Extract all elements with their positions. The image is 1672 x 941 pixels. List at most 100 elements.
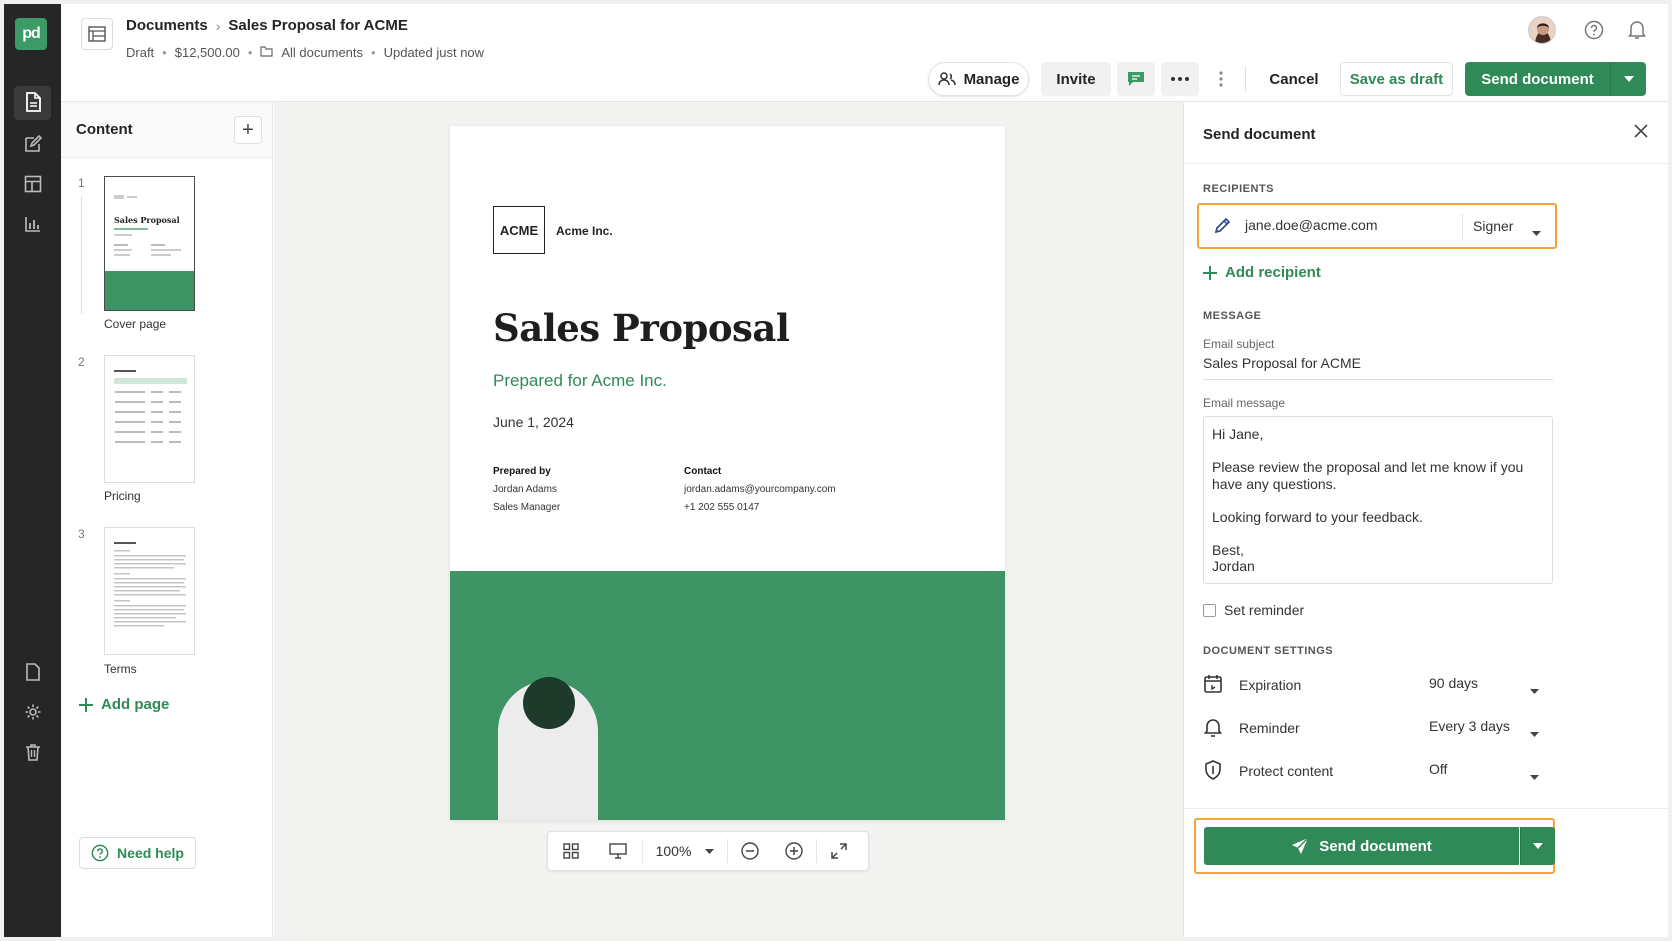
proposal-title[interactable]: Sales Proposal	[493, 306, 790, 350]
zoom-in-icon[interactable]	[772, 831, 816, 871]
comments-button[interactable]	[1117, 62, 1155, 96]
plus-icon	[1203, 265, 1217, 280]
save-as-draft-button[interactable]: Save as draft	[1340, 62, 1453, 96]
expiration-label: Expiration	[1239, 677, 1302, 693]
caret-down-icon[interactable]	[1530, 681, 1539, 697]
reminder-setting[interactable]: Reminder Every 3 days	[1203, 713, 1553, 743]
app-window: pd Documents › Sales Proposal for ACME D…	[4, 4, 1668, 937]
document-meta: Draft • $12,500.00 • All documents • Upd…	[126, 45, 485, 60]
add-recipient-button[interactable]: Add recipient	[1203, 264, 1321, 281]
send-options-caret-button[interactable]	[1520, 827, 1555, 865]
prepared-by-name: Jordan Adams	[493, 484, 557, 495]
breadcrumb: Documents › Sales Proposal for ACME	[126, 17, 408, 34]
document-title[interactable]: Sales Proposal for ACME	[228, 17, 408, 34]
page-label: Cover page	[104, 317, 167, 331]
recipient-email[interactable]: jane.doe@acme.com	[1245, 217, 1378, 233]
prepared-by-label: Prepared by	[493, 466, 551, 477]
trash-nav-icon[interactable]	[4, 732, 61, 772]
expiration-value[interactable]: 90 days	[1429, 675, 1478, 691]
help-circle-icon[interactable]	[1584, 20, 1604, 43]
send-panel-title: Send document	[1203, 126, 1316, 143]
caret-down-icon[interactable]	[1532, 223, 1541, 239]
people-icon	[937, 72, 956, 86]
document-canvas: ACME Acme Inc. Sales Proposal Prepared f…	[274, 102, 1183, 937]
status-text: Draft	[126, 45, 155, 60]
send-document-submit-button[interactable]: Send document	[1204, 827, 1519, 865]
protect-content-value[interactable]: Off	[1429, 761, 1447, 777]
email-message-textarea[interactable]: Hi Jane, Please review the proposal and …	[1203, 416, 1553, 584]
cancel-button[interactable]: Cancel	[1258, 62, 1330, 96]
caret-down-icon[interactable]	[1530, 767, 1539, 783]
document-type-icon[interactable]	[81, 18, 113, 50]
more-options-button[interactable]	[1161, 62, 1199, 96]
reports-nav-icon[interactable]	[4, 204, 61, 244]
contact-label: Contact	[684, 466, 722, 477]
grid-view-icon[interactable]	[548, 831, 594, 871]
set-reminder-checkbox[interactable]: Set reminder	[1203, 602, 1304, 618]
company-name: Acme Inc.	[556, 224, 613, 238]
invite-button[interactable]: Invite	[1041, 62, 1111, 96]
content-panel-title: Content	[76, 121, 133, 138]
paper-plane-icon	[1292, 837, 1309, 854]
ellipsis-icon	[1171, 77, 1189, 81]
page-thumbnail-image[interactable]	[104, 527, 195, 655]
desktop-preview-icon[interactable]	[594, 831, 642, 871]
close-icon[interactable]	[1634, 124, 1648, 141]
email-message-label: Email message	[1203, 396, 1286, 410]
checkbox[interactable]	[1203, 603, 1216, 617]
file-nav-icon[interactable]	[4, 652, 61, 692]
zoom-level-select[interactable]: 100%	[643, 831, 727, 871]
send-document-button[interactable]: Send document	[1465, 62, 1610, 96]
prepared-by-block: Prepared by Jordan Adams Sales Manager	[493, 463, 560, 517]
caret-down-icon	[1623, 76, 1634, 82]
reminder-label: Reminder	[1239, 720, 1300, 736]
caret-down-icon[interactable]	[1530, 724, 1539, 740]
fullscreen-expand-icon[interactable]	[817, 831, 861, 871]
prepared-by-role: Sales Manager	[493, 502, 561, 513]
expiration-setting[interactable]: Expiration 90 days	[1203, 670, 1553, 700]
caret-down-icon	[705, 848, 715, 854]
send-document-label: Send document	[1319, 837, 1432, 855]
page-thumbnail-image[interactable]	[104, 355, 195, 483]
send-document-footer: Send document	[1194, 818, 1555, 874]
email-subject-input[interactable]: Sales Proposal for ACME	[1203, 355, 1553, 380]
svg-text:Sales Proposal: Sales Proposal	[114, 215, 180, 225]
plus-icon	[79, 697, 93, 712]
proposal-subtitle[interactable]: Prepared for Acme Inc.	[493, 371, 667, 391]
recipients-section-label: RECIPIENTS	[1203, 183, 1275, 195]
notification-bell-icon[interactable]	[1628, 20, 1646, 43]
calendar-icon	[1203, 674, 1223, 697]
recipient-role-select[interactable]: Signer	[1473, 218, 1513, 234]
edit-nav-icon[interactable]	[4, 124, 61, 164]
app-logo[interactable]: pd	[15, 18, 47, 50]
add-page-label: Add page	[101, 696, 170, 713]
cover-circle-shape	[523, 677, 575, 729]
manage-button[interactable]: Manage	[928, 62, 1029, 96]
reminder-value[interactable]: Every 3 days	[1429, 718, 1510, 734]
documents-nav-icon[interactable]	[4, 82, 61, 122]
recipient-row[interactable]: jane.doe@acme.com Signer	[1197, 203, 1557, 249]
add-page-button[interactable]: Add page	[79, 696, 169, 713]
page-thumbnail-image[interactable]: Sales Proposal	[104, 176, 195, 311]
need-help-button[interactable]: Need help	[79, 837, 196, 869]
zoom-out-icon[interactable]	[728, 831, 772, 871]
user-avatar[interactable]	[1528, 16, 1556, 44]
chat-icon	[1128, 72, 1144, 86]
page-label: Pricing	[104, 489, 141, 503]
protect-content-setting[interactable]: Protect content Off	[1203, 756, 1553, 786]
kebab-menu-icon[interactable]	[1213, 62, 1229, 96]
add-content-button[interactable]: +	[234, 116, 262, 144]
page-number: 1	[78, 176, 85, 190]
send-options-caret-button[interactable]	[1610, 62, 1646, 96]
folder-link[interactable]: All documents	[281, 45, 363, 60]
shield-icon	[1203, 760, 1223, 783]
zoom-toolbar: 100%	[547, 831, 869, 871]
page-number: 2	[78, 355, 85, 369]
content-panel: Content + 1 Sales Proposal Cover page 2 …	[61, 102, 273, 937]
breadcrumb-documents-link[interactable]: Documents	[126, 17, 208, 34]
proposal-date[interactable]: June 1, 2024	[493, 414, 574, 430]
document-page[interactable]: ACME Acme Inc. Sales Proposal Prepared f…	[450, 126, 1005, 820]
settings-gear-icon[interactable]	[4, 692, 61, 732]
message-section-label: MESSAGE	[1203, 310, 1262, 322]
templates-nav-icon[interactable]	[4, 164, 61, 204]
